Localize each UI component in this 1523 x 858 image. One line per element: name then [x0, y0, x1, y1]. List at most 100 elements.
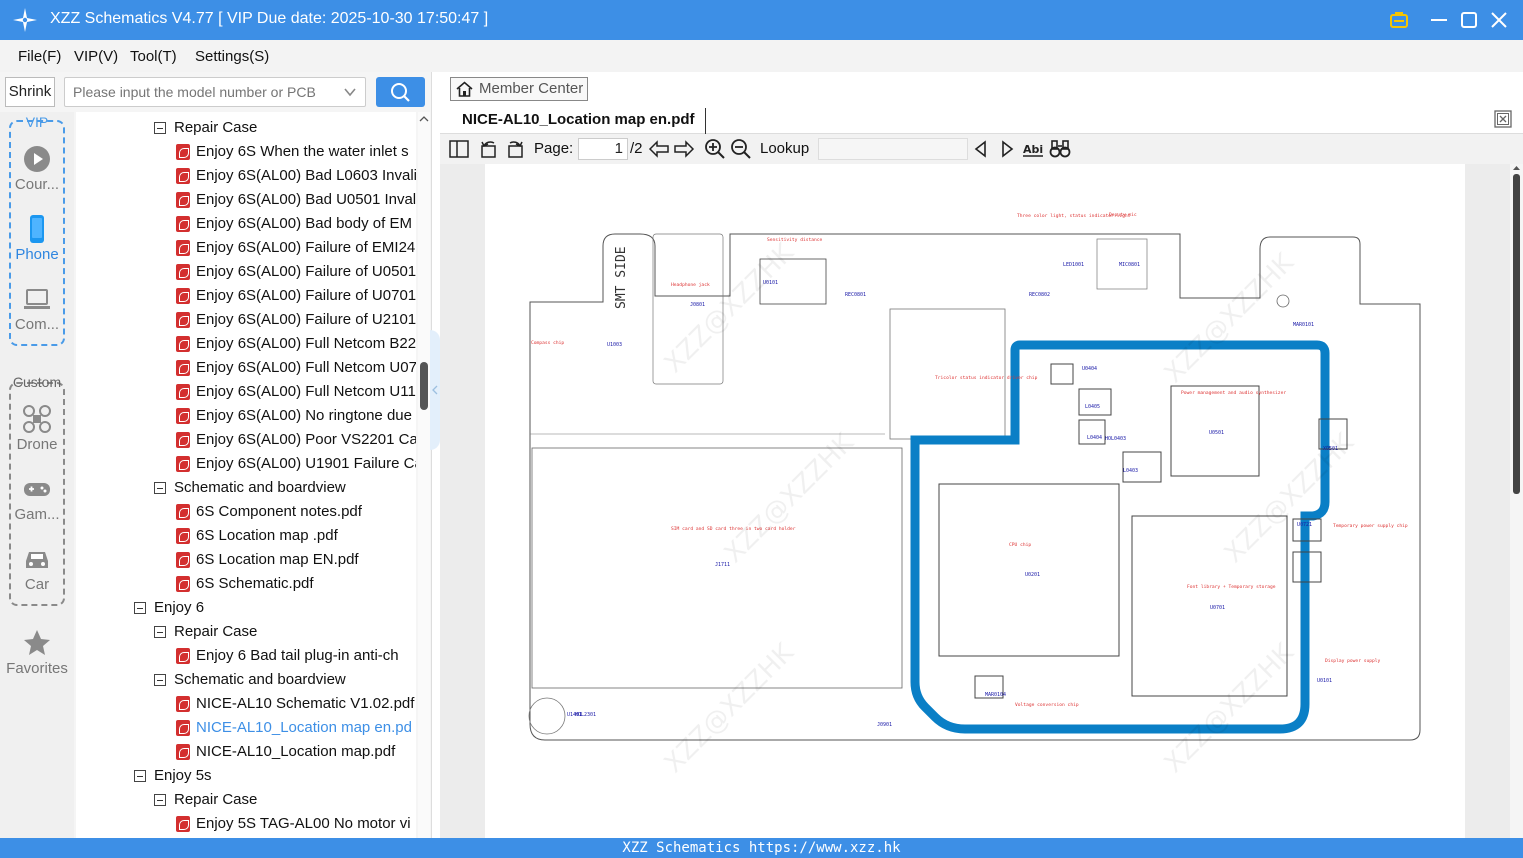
tab-location-map[interactable]: NICE-AL10_Location map en.pdf [452, 108, 706, 134]
search-button[interactable] [376, 77, 425, 107]
zoom-in-icon[interactable] [704, 138, 726, 160]
rotate-right-icon[interactable] [504, 138, 526, 160]
tree-folder-item[interactable]: Repair Case [76, 116, 416, 140]
tree-file-item[interactable]: 6S Location map .pdf [76, 524, 416, 548]
tree-file-item[interactable]: Enjoy 6S(AL00) Full Netcom B22 [76, 332, 416, 356]
find-prev-icon[interactable] [970, 138, 992, 160]
nav-car[interactable]: Car [0, 544, 74, 593]
part-designator: MIC0801 [1119, 262, 1140, 268]
tree-folder-item[interactable]: Schematic and boardview [76, 476, 416, 500]
tree-file-item[interactable]: 6S Schematic.pdf [76, 572, 416, 596]
tree-file-item[interactable]: Enjoy 6S When the water inlet s [76, 140, 416, 164]
tree-file-item[interactable]: NICE-AL10_Location map.pdf [76, 740, 416, 764]
tree-folder-item[interactable]: Enjoy 6 [76, 596, 416, 620]
tree-folder-item[interactable]: Repair Case [76, 620, 416, 644]
pdf-scroll-thumb[interactable] [1513, 174, 1520, 494]
tree-file-item[interactable]: Enjoy 6S(AL00) Failure of U2101 [76, 308, 416, 332]
chevron-down-icon[interactable] [344, 87, 356, 97]
zoom-out-icon[interactable] [730, 138, 752, 160]
menu-vip[interactable]: VIP(V) [74, 48, 118, 65]
tree-scroll-thumb[interactable] [420, 362, 428, 410]
model-search-input[interactable] [65, 78, 335, 106]
tree-file-item[interactable]: Enjoy 6S(AL00) Bad L0603 Invali [76, 164, 416, 188]
play-icon [24, 146, 50, 172]
collapse-toggle-icon[interactable] [154, 122, 166, 134]
minimize-icon[interactable] [1428, 9, 1450, 31]
menu-file[interactable]: File(F) [18, 48, 61, 65]
collapse-toggle-icon[interactable] [154, 674, 166, 686]
tree-item-label: Enjoy 6S(AL00) Poor VS2201 Ca [196, 431, 416, 448]
sidebar-toggle-icon[interactable] [448, 138, 470, 160]
collapse-toggle-icon[interactable] [154, 482, 166, 494]
nav-game[interactable]: Gam... [0, 474, 74, 523]
tree-file-item[interactable]: Enjoy 6S(AL00) Failure of U0501 [76, 260, 416, 284]
page-number-input[interactable]: 1 [578, 138, 628, 160]
tree-file-item[interactable]: Enjoy 6S(AL00) Full Netcom U07 [76, 356, 416, 380]
prev-page-icon[interactable] [648, 138, 670, 160]
tree-file-item[interactable]: Enjoy 6S(AL00) Bad U0501 Inval [76, 188, 416, 212]
pdf-file-icon [176, 168, 190, 184]
menu-settings[interactable]: Settings(S) [195, 48, 269, 65]
nav-courses[interactable]: Cour... [0, 144, 74, 193]
tree-file-item[interactable]: Enjoy 6S(AL00) Poor VS2201 Ca [76, 428, 416, 452]
maximize-icon[interactable] [1458, 9, 1480, 31]
collapse-panel-handle[interactable] [430, 330, 440, 450]
lookup-input[interactable] [818, 138, 968, 160]
tree-file-item[interactable]: Enjoy 6S(AL00) Failure of U0701 [76, 284, 416, 308]
pdf-toolbar: Page: 1 /2 Lookup Abi [440, 134, 1523, 164]
tree-file-item[interactable]: Enjoy 5S TAG-AL00 No motor vi [76, 812, 416, 836]
collapse-toggle-icon[interactable] [154, 626, 166, 638]
tree-folder-item[interactable]: Schematic and boardview [76, 668, 416, 692]
close-tab-icon[interactable] [1494, 110, 1512, 128]
tree-folder-item[interactable]: Repair Case [76, 788, 416, 812]
binoculars-icon[interactable] [1049, 138, 1071, 160]
tree-item-label: Enjoy 6S(AL00) Bad U0501 Inval [196, 191, 416, 208]
tree-file-item[interactable]: Enjoy 6S(AL00) No ringtone due [76, 404, 416, 428]
nav-favorites[interactable]: Favorites [0, 628, 74, 677]
tree-file-item[interactable]: Enjoy 6S(AL00) Failure of EMI24 [76, 236, 416, 260]
vip-bag-icon[interactable] [1388, 9, 1410, 31]
member-center-button[interactable]: Member Center [450, 77, 588, 101]
tree-file-item[interactable]: 6S Location map EN.pdf [76, 548, 416, 572]
menu-tool[interactable]: Tool(T) [130, 48, 177, 65]
home-icon [456, 81, 473, 97]
tree-file-item[interactable]: 6S Component notes.pdf [76, 500, 416, 524]
pdf-scrollbar[interactable] [1510, 164, 1523, 838]
tree-item-label: Repair Case [174, 791, 258, 808]
pdf-viewer[interactable]: SMT SIDE U0101 REC0801 LED1001 MIC0801 REC08… [440, 164, 1523, 838]
nav-phone[interactable]: Phone [0, 214, 74, 263]
page-total: /2 [630, 140, 643, 157]
tree-file-item[interactable]: Enjoy 6 Bad tail plug-in anti-ch [76, 644, 416, 668]
tree-file-item[interactable]: NICE-AL10 Schematic V1.02.pdf [76, 692, 416, 716]
tree-file-item[interactable]: Enjoy 6S(AL00) U1901 Failure Ca [76, 452, 416, 476]
close-icon[interactable] [1488, 9, 1510, 31]
match-case-icon[interactable]: Abi [1022, 138, 1044, 160]
rotate-left-icon[interactable] [478, 138, 500, 160]
tree-item-label: Enjoy 6S(AL00) Failure of EMI24 [196, 239, 416, 256]
nav-computer[interactable]: Com... [0, 284, 74, 333]
collapse-toggle-icon[interactable] [134, 770, 146, 782]
tree-scrollbar[interactable] [418, 112, 430, 838]
next-page-icon[interactable] [673, 138, 695, 160]
shrink-button[interactable]: Shrink [5, 77, 55, 107]
board-note: Power management and audio synthesizer [1181, 390, 1286, 396]
pdf-file-icon [176, 504, 190, 520]
part-designator: REC0802 [1029, 292, 1050, 298]
model-search-box[interactable] [64, 77, 366, 107]
tree-item-label: Repair Case [174, 119, 258, 136]
tree-file-item[interactable]: Enjoy 6S(AL00) Bad body of EM [76, 212, 416, 236]
pdf-file-icon [176, 648, 190, 664]
scroll-up-icon[interactable] [1512, 164, 1521, 172]
tree-file-item[interactable]: Enjoy 6S(AL00) Full Netcom U11 [76, 380, 416, 404]
find-next-icon[interactable] [996, 138, 1018, 160]
scroll-up-icon[interactable] [419, 114, 429, 124]
tree-folder-item[interactable]: Enjoy 5s [76, 764, 416, 788]
tree-item-label: Enjoy 6S(AL00) Full Netcom B22 [196, 335, 416, 352]
collapse-toggle-icon[interactable] [134, 602, 146, 614]
collapse-toggle-icon[interactable] [154, 794, 166, 806]
tree-file-item[interactable]: NICE-AL10_Location map en.pd [76, 716, 416, 740]
watermark-text: XZZ@XZZHK [719, 427, 861, 569]
app-logo-icon [13, 8, 37, 32]
nav-drone[interactable]: Drone [0, 404, 74, 453]
board-note: Display power supply [1325, 658, 1381, 664]
